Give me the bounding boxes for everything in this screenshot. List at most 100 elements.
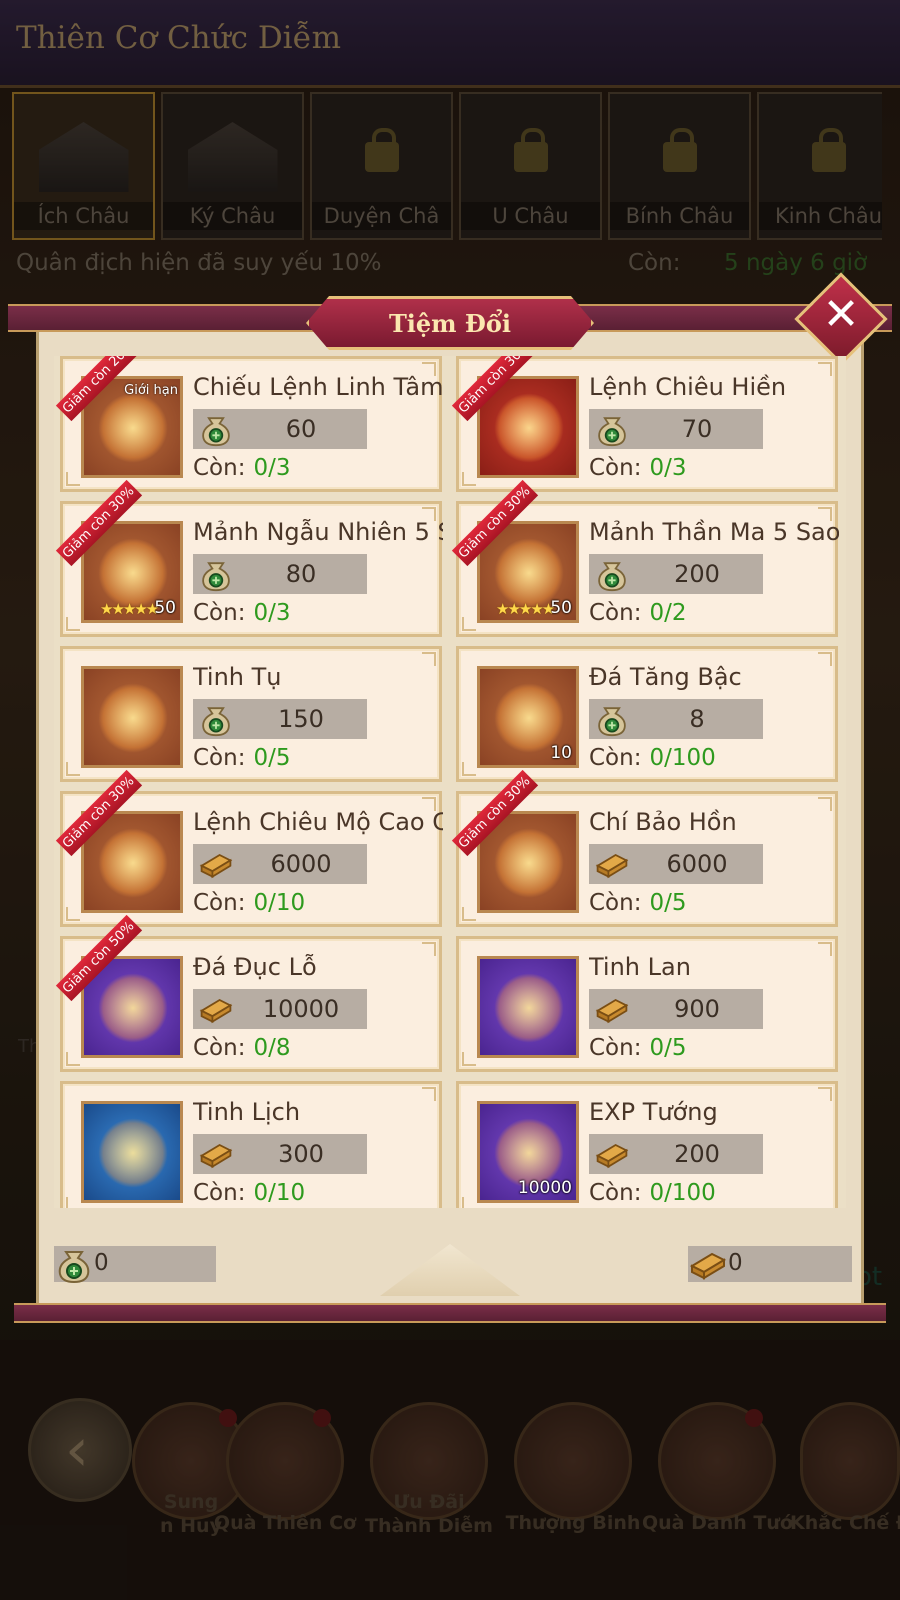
item-price: 6000 [666,850,728,878]
item-name: Tinh Lịch [193,1098,301,1126]
remain-label: Còn: [193,745,246,771]
item-price: 200 [674,1140,720,1168]
coin-bag-icon [197,556,235,592]
item-icon[interactable]: 10000 [477,1101,579,1203]
remain-value: 0/2 [649,600,687,626]
item-art [494,973,564,1043]
item-remain: Còn: 0/3 [193,600,290,626]
remain-label: Còn: [193,1035,246,1061]
item-remain: Còn: 0/5 [589,1035,686,1061]
gold-bar-icon [593,846,631,882]
price-button[interactable]: 150 [193,699,367,739]
gold-bar-icon [593,991,631,1027]
item-quantity: 50 [154,598,176,618]
item-price: 200 [674,560,720,588]
price-button[interactable]: 70 [589,409,763,449]
item-icon[interactable] [477,956,579,1058]
shop-item-card[interactable]: 10000 EXP Tướng 200 Còn: 0/100 [456,1081,838,1208]
item-quantity: 10000 [517,1178,572,1198]
item-name: Mảnh Thần Ma 5 Sao [589,518,839,546]
item-price: 900 [674,995,720,1023]
item-name: Chí Bảo Hồn [589,808,737,836]
item-price: 300 [278,1140,324,1168]
price-button[interactable]: 900 [589,989,763,1029]
item-name: Tinh Lan [589,953,691,981]
item-icon[interactable] [81,1101,183,1203]
price-button[interactable]: 60 [193,409,367,449]
remain-label: Còn: [589,1035,642,1061]
shop-item-card[interactable]: 10 Đá Tăng Bậc 8 Còn: 0/100 [456,646,838,782]
item-icon[interactable]: 10 [477,666,579,768]
item-name: Đá Tăng Bậc [589,663,742,691]
shop-item-card[interactable]: Giảm còn 30% Lệnh Chiêu Hiền 70 Còn: 0/3 [451,356,838,492]
price-button[interactable]: 80 [193,554,367,594]
coin-bag-icon [197,411,235,447]
star-rating: ★★★★★ [100,600,159,618]
item-remain: Còn: 0/100 [589,1180,716,1206]
item-name: EXP Tướng [589,1098,718,1126]
gold-bar-icon [593,1136,631,1172]
shop-item-card[interactable]: Giảm còn 30% Lệnh Chiêu Mộ Cao C 6000 Cò… [55,769,443,927]
price-button[interactable]: 300 [193,1134,367,1174]
price-button[interactable]: 6000 [589,844,763,884]
shop-item-card[interactable]: Tinh Lịch 300 Còn: 0/10 [60,1081,442,1208]
item-name: Lệnh Chiêu Hiền [589,373,787,401]
remain-label: Còn: [193,890,246,916]
item-remain: Còn: 0/3 [589,455,686,481]
item-remain: Còn: 0/8 [193,1035,290,1061]
shop-item-card[interactable]: Giảm còn 30% ★★★★★ 50 Mảnh Thần Ma 5 Sao … [451,479,839,637]
item-name: Chiếu Lệnh Linh Tâm [193,373,443,401]
item-quantity: 50 [550,598,572,618]
item-art [98,683,168,753]
shop-item-card[interactable]: Giảm còn 20% Giới hạn Chiếu Lệnh Linh Tâ… [55,356,443,492]
remain-label: Còn: [589,1180,642,1206]
shop-title: Tiệm Đổi [388,308,512,338]
coin-balance-value: 0 [94,1250,109,1276]
gold-bar-icon [688,1244,728,1284]
star-rating: ★★★★★ [496,600,555,618]
item-remain: Còn: 0/5 [193,745,290,771]
price-button[interactable]: 200 [589,1134,763,1174]
item-remain: Còn: 0/3 [193,455,290,481]
item-price: 70 [681,415,713,443]
remain-value: 0/5 [649,1035,687,1061]
item-art [98,1118,168,1188]
item-art [98,973,168,1043]
remain-value: 0/5 [649,890,687,916]
remain-label: Còn: [589,455,642,481]
remain-value: 0/3 [253,455,291,481]
close-icon[interactable]: ✕ [808,282,874,348]
item-art [494,828,564,898]
remain-label: Còn: [193,600,246,626]
price-button[interactable]: 10000 [193,989,367,1029]
item-icon[interactable] [81,666,183,768]
remain-value: 0/5 [253,745,291,771]
item-art [98,393,168,463]
shop-item-card[interactable]: Giảm còn 30% Chí Bảo Hồn 6000 Còn: 0/5 [451,769,838,927]
remain-label: Còn: [193,455,246,481]
gold-bar-icon [197,1136,235,1172]
item-price: 80 [285,560,317,588]
price-button[interactable]: 8 [589,699,763,739]
item-remain: Còn: 0/10 [193,890,305,916]
price-button[interactable]: 6000 [193,844,367,884]
gold-bar-icon [197,991,235,1027]
price-button[interactable]: 200 [589,554,763,594]
shop-item-card[interactable]: Giảm còn 30% ★★★★★ 50 Mảnh Ngẫu Nhiên 5 S… [55,479,443,637]
item-name: Lệnh Chiêu Mộ Cao C [193,808,443,836]
shop-item-list[interactable]: Giảm còn 20% Giới hạn Chiếu Lệnh Linh Tâ… [54,356,846,1208]
gold-balance: 0 [688,1246,852,1282]
remain-value: 0/10 [253,1180,306,1206]
item-name: Đá Đục Lỗ [193,953,317,981]
item-price: 60 [285,415,317,443]
shop-item-card[interactable]: Giảm còn 50% Đá Đục Lỗ 10000 Còn: 0/8 [55,914,442,1072]
shop-title-plate: Tiệm Đổi [306,296,594,350]
item-price: 150 [278,705,324,733]
item-price: 8 [689,705,705,733]
shop-item-card[interactable]: Tinh Lan 900 Còn: 0/5 [456,936,838,1072]
item-name: Mảnh Ngẫu Nhiên 5 S [193,518,443,546]
item-remain: Còn: 0/100 [589,745,716,771]
item-price: 6000 [270,850,332,878]
remain-value: 0/3 [253,600,291,626]
shop-item-card[interactable]: Tinh Tụ 150 Còn: 0/5 [60,646,442,782]
